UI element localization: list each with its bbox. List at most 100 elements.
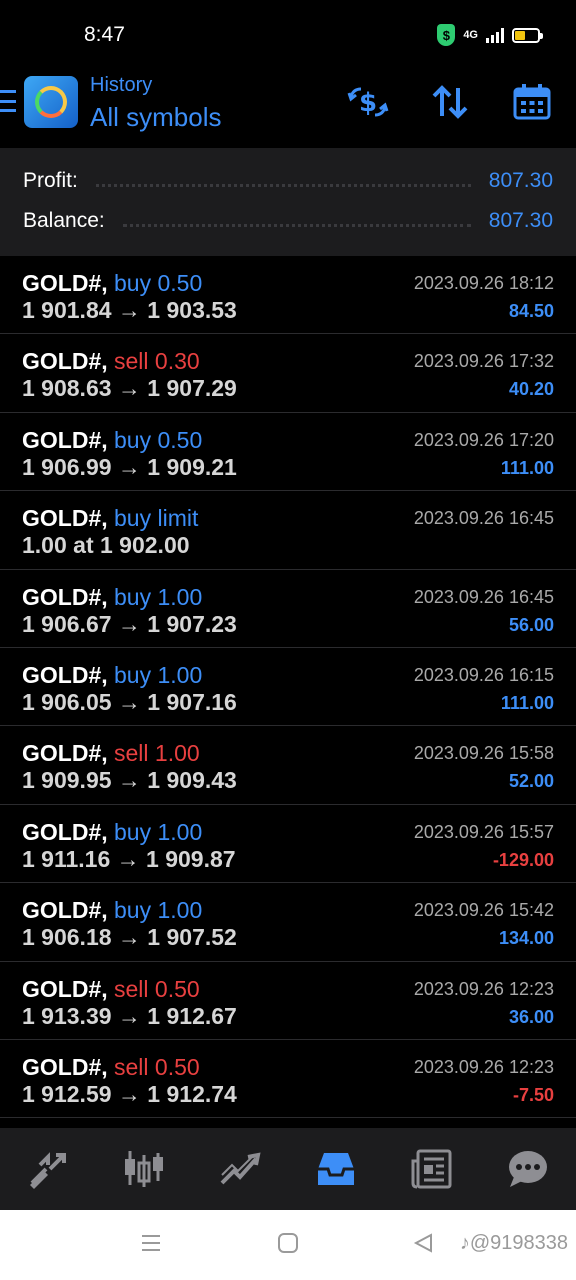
deal-header: GOLD#, sell 0.50 — [22, 1054, 200, 1081]
deal-symbol: GOLD#, — [22, 583, 108, 610]
deal-time: 2023.09.26 12:23 — [413, 978, 554, 999]
deal-type: sell 0.50 — [114, 975, 200, 1002]
deal-header: GOLD#, buy limit — [22, 505, 198, 532]
deal-row[interactable]: GOLD#, sell 0.50 1 913.39 → 1 912.67 202… — [0, 962, 576, 1040]
menu-icon[interactable] — [0, 90, 16, 112]
deal-time: 2023.09.26 15:57 — [413, 821, 554, 842]
deal-row[interactable]: GOLD#, buy 0.50 1 901.84 → 1 903.53 2023… — [0, 256, 576, 335]
deal-header: GOLD#, sell 0.30 — [22, 348, 200, 375]
deal-header: GOLD#, buy 1.00 — [22, 819, 202, 846]
deal-row[interactable]: GOLD#, buy 1.00 1 906.05 → 1 907.16 2023… — [0, 648, 576, 727]
calendar-button[interactable] — [510, 82, 554, 122]
deal-prices: 1 908.63 → 1 907.29 — [22, 375, 237, 402]
trade-icon — [220, 1152, 261, 1185]
deal-time: 2023.09.26 15:58 — [413, 743, 554, 764]
deal-time: 2023.09.26 17:20 — [413, 429, 554, 450]
deal-prices: 1 906.99 → 1 909.21 — [22, 453, 237, 480]
deal-time: 2023.09.26 16:45 — [413, 586, 554, 607]
quotes-icon — [30, 1152, 66, 1189]
deal-type: sell 0.30 — [114, 348, 200, 375]
deal-profit: 40.20 — [508, 379, 554, 400]
tab-chat[interactable] — [480, 1128, 576, 1210]
bottom-tab-bar — [0, 1128, 576, 1210]
app-logo[interactable] — [24, 76, 78, 128]
tab-trade[interactable] — [192, 1128, 288, 1210]
deal-row[interactable]: GOLD#, sell 0.50 1 912.59 → 1 912.74 202… — [0, 1040, 576, 1119]
back-icon — [413, 1233, 432, 1253]
balance-row: Balance: 807.30 — [23, 206, 553, 236]
header-subtitle: History — [90, 74, 153, 96]
deal-row[interactable]: GOLD#, buy 1.00 1 906.18 → 1 907.52 2023… — [0, 883, 576, 962]
deal-header: GOLD#, buy 0.50 — [22, 427, 202, 454]
tab-quotes[interactable] — [0, 1128, 96, 1210]
deal-profit: 111.00 — [500, 457, 554, 478]
deal-profit: 52.00 — [508, 771, 554, 792]
deal-time: 2023.09.26 17:32 — [413, 351, 554, 372]
deal-time: 2023.09.26 16:45 — [413, 508, 554, 529]
profit-row: Profit: 807.30 — [23, 166, 553, 196]
tab-chart[interactable] — [96, 1128, 192, 1210]
deal-symbol: GOLD#, — [22, 1053, 108, 1080]
deal-type: buy limit — [114, 505, 199, 532]
deal-symbol: GOLD#, — [22, 818, 108, 845]
dollar-exchange-button[interactable]: $ — [346, 82, 390, 122]
balance-value: 807.30 — [488, 209, 553, 232]
deal-time: 2023.09.26 12:23 — [413, 1056, 554, 1077]
dotted-leader — [122, 223, 471, 227]
deal-profit: 84.50 — [508, 301, 554, 321]
deal-type: sell 0.50 — [114, 1053, 200, 1080]
signal-strength-icon — [486, 27, 504, 43]
deal-prices: 1.00 at 1 902.00 — [22, 532, 190, 559]
deal-row[interactable]: GOLD#, sell 0.30 1 908.63 → 1 907.29 202… — [0, 334, 576, 413]
chart-icon — [125, 1151, 163, 1187]
deal-prices: 1 906.05 → 1 907.16 — [22, 688, 237, 715]
deal-type: buy 1.00 — [114, 583, 203, 610]
deal-type: buy 1.00 — [114, 661, 203, 688]
profit-label: Profit: — [23, 169, 78, 192]
battery-icon — [512, 27, 543, 43]
deal-row[interactable]: GOLD#, sell 1.00 1 909.95 → 1 909.43 202… — [0, 726, 576, 805]
deal-profit: -129.00 — [492, 849, 554, 870]
deal-type: buy 1.00 — [114, 897, 203, 924]
network-type-label: 4G — [463, 29, 478, 41]
deal-row[interactable]: GOLD#, buy 0.50 1 906.99 → 1 909.21 2023… — [0, 413, 576, 492]
svg-text:$: $ — [359, 88, 377, 118]
status-time: 8:47 — [84, 23, 125, 46]
home-button[interactable] — [277, 1232, 299, 1259]
deal-prices: 1 913.39 → 1 912.67 — [22, 1002, 237, 1029]
deal-symbol: GOLD#, — [22, 505, 108, 532]
dotted-leader — [95, 183, 471, 187]
tab-news[interactable] — [384, 1128, 480, 1210]
recents-button[interactable] — [140, 1232, 162, 1259]
deal-symbol: GOLD#, — [22, 426, 108, 453]
profit-value: 807.30 — [488, 169, 553, 192]
deal-prices: 1 912.59 → 1 912.74 — [22, 1080, 237, 1107]
news-icon — [411, 1149, 452, 1189]
balance-label: Balance: — [23, 209, 105, 232]
deal-row[interactable]: GOLD#, buy 1.00 1 906.67 → 1 907.23 2023… — [0, 570, 576, 648]
deal-type: buy 0.50 — [114, 426, 203, 453]
deal-profit: 134.00 — [498, 928, 554, 949]
back-button[interactable] — [412, 1232, 434, 1259]
deal-profit: 56.00 — [508, 614, 554, 635]
deal-prices: 1 909.95 → 1 909.43 — [22, 767, 237, 794]
deal-header: GOLD#, buy 1.00 — [22, 662, 202, 689]
page-title[interactable]: All symbols — [90, 102, 221, 133]
deal-time: 2023.09.26 15:42 — [413, 900, 554, 921]
deal-prices: 1 911.16 → 1 909.87 — [22, 845, 236, 872]
deal-symbol: GOLD#, — [22, 740, 108, 767]
deal-header: GOLD#, sell 1.00 — [22, 740, 200, 767]
sort-icon — [432, 85, 468, 119]
deal-row[interactable]: GOLD#, buy 1.00 1 911.16 → 1 909.87 2023… — [0, 805, 576, 884]
watermark-logo-icon: ♪ — [459, 1232, 470, 1254]
status-icons: $ 4G — [437, 24, 543, 46]
tab-history[interactable] — [288, 1128, 384, 1210]
sort-button[interactable] — [428, 82, 472, 122]
system-nav-bar: ♪@9198338 — [0, 1210, 576, 1280]
recents-icon — [142, 1235, 160, 1251]
deal-row[interactable]: GOLD#, buy limit 1.00 at 1 902.00 2023.0… — [0, 491, 576, 570]
security-shield-icon: $ — [437, 24, 456, 46]
deal-type: sell 1.00 — [114, 740, 200, 767]
deals-list: GOLD#, buy 0.50 1 901.84 → 1 903.53 2023… — [0, 256, 576, 1119]
deal-header: GOLD#, buy 1.00 — [22, 584, 202, 611]
